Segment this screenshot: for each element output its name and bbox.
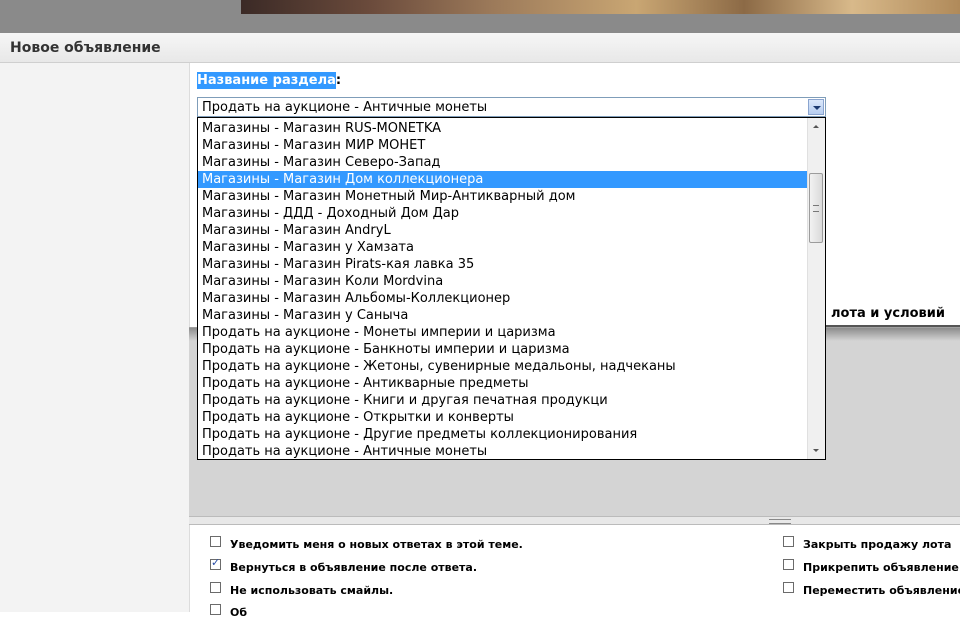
dropdown-option[interactable]: Продать на аукционе - Банкноты империи и… [198,341,809,358]
header-banner-image [241,0,960,14]
page-title-bar: Новое объявление [0,33,960,63]
dropdown-option[interactable]: Магазины - Магазин Монетный Мир-Антиквар… [198,188,809,205]
dropdown-scrollbar[interactable] [807,118,825,459]
section-select-value: Продать на аукционе - Античные монеты [202,100,488,115]
dropdown-option[interactable]: Продать на аукционе - Монеты империи и ц… [198,324,809,341]
scrollbar-thumb[interactable] [809,173,823,243]
dropdown-option[interactable]: Продать на аукционе - Открытки и конверт… [198,409,809,426]
notify-checkbox[interactable] [210,536,221,547]
dropdown-option[interactable]: Магазины - Магазин RUS-MONETKA [198,120,809,137]
scroll-down-arrow-icon[interactable] [808,442,825,459]
dropdown-option[interactable]: Продать на аукционе - Античные монеты [198,443,809,459]
pin-label: Прикрепить объявление [803,561,959,574]
dropdown-option[interactable]: Продать на аукционе - Антикварные предме… [198,375,809,392]
dropdown-option[interactable]: Магазины - Магазин у Саныча [198,307,809,324]
section-dropdown-list[interactable]: Магазины - Магазин RUS-MONETKA Магазины -… [197,117,826,460]
dropdown-option[interactable]: Магазины - ДДД - Доходный Дом Дар [198,205,809,222]
dropdown-option[interactable]: Продать на аукционе - Другие предметы ко… [198,426,809,443]
chevron-down-icon[interactable] [808,99,824,115]
move-label: Переместить объявление [803,584,960,597]
notify-label: Уведомить меня о новых ответах в этой те… [230,538,523,551]
section-label: Название раздела: [197,72,342,89]
page-title: Новое объявление [10,40,161,56]
dropdown-option[interactable]: Продать на аукционе - Книги и другая печ… [198,392,809,409]
move-checkbox[interactable] [783,582,794,593]
dropdown-option[interactable]: Магазины - Магазин МИР МОНЕТ [198,137,809,154]
dropdown-option[interactable]: Магазины - Магазин Северо-Запад [198,154,809,171]
partial-label: Об [230,606,248,619]
close-sale-checkbox[interactable] [783,536,794,547]
dropdown-option[interactable]: Магазины - Магазин Альбомы-Коллекционер [198,290,809,307]
dropdown-option[interactable]: Магазины - Магазин Коли Mordvina [198,273,809,290]
section-select[interactable]: Продать на аукционе - Античные монеты [197,97,826,117]
dropdown-option[interactable]: Магазины - Магазин Pirats-кая лавка 35 [198,256,809,273]
close-sale-label: Закрыть продажу лота [803,538,952,551]
pin-checkbox[interactable] [783,559,794,570]
section-label-text: Название раздела [197,72,336,89]
section-label-colon: : [335,73,342,88]
scroll-up-arrow-icon[interactable] [808,118,825,135]
partial-checkbox[interactable] [210,604,221,615]
editor-resize-handle[interactable] [189,516,960,525]
return-label: Вернуться в объявление после ответа. [230,561,478,574]
resize-grip-icon [769,519,791,524]
dropdown-option[interactable]: Магазины - Магазин AndryL [198,222,809,239]
left-column [0,63,190,612]
dropdown-option[interactable]: Магазины - Магазин Дом коллекционера [198,171,809,188]
lot-conditions-label: лота и условий [831,306,945,321]
return-checkbox[interactable] [210,556,221,570]
no-smileys-checkbox[interactable] [210,582,221,593]
dropdown-option[interactable]: Продать на аукционе - Жетоны, сувенирные… [198,358,809,375]
dropdown-option[interactable]: Магазины - Магазин у Хамзата [198,239,809,256]
no-smileys-label: Не использовать смайлы. [230,584,394,597]
